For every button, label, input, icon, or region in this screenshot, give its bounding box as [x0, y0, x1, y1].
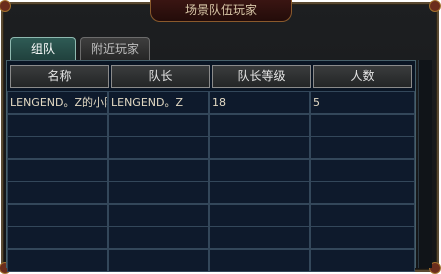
table-cell — [7, 248, 108, 272]
table-row[interactable] — [7, 158, 415, 182]
table-cell — [209, 248, 310, 272]
table-cell — [310, 248, 415, 272]
table-cell — [108, 136, 209, 159]
column-header-leader-level[interactable]: 队长等级 — [212, 65, 311, 88]
table-row[interactable] — [7, 248, 415, 272]
column-header-member-count[interactable]: 人数 — [313, 65, 412, 88]
table-row[interactable]: LENGEND。Z的小队 LENGEND。Z 18 5 — [7, 91, 415, 114]
table-cell — [209, 113, 310, 137]
table-cell — [209, 226, 310, 249]
table-cell — [7, 136, 108, 159]
corner-ornament — [429, 0, 441, 12]
table-cell — [310, 136, 415, 159]
table-row[interactable] — [7, 136, 415, 159]
tab-team[interactable]: 组队 — [10, 37, 76, 60]
table-cell — [310, 203, 415, 227]
column-header-leader[interactable]: 队长 — [111, 65, 210, 88]
table-row[interactable] — [7, 113, 415, 137]
table-cell — [310, 181, 415, 204]
tab-nearby-players[interactable]: 附近玩家 — [80, 37, 150, 60]
table-cell — [310, 226, 415, 249]
corner-ornament — [0, 0, 11, 12]
table-cell: LENGEND。Z — [108, 91, 209, 114]
table-row[interactable] — [7, 203, 415, 227]
column-header-name[interactable]: 名称 — [10, 65, 109, 88]
table-cell — [310, 113, 415, 137]
table-cell — [7, 158, 108, 182]
table-cell — [108, 248, 209, 272]
table-cell — [7, 226, 108, 249]
table-cell — [209, 181, 310, 204]
table-cell: 18 — [209, 91, 310, 114]
table-row[interactable] — [7, 181, 415, 204]
table-cell — [7, 113, 108, 137]
table-cell — [108, 181, 209, 204]
table-cell — [209, 203, 310, 227]
table-cell — [7, 181, 108, 204]
table-cell — [310, 158, 415, 182]
table-cell — [209, 158, 310, 182]
table-cell — [108, 226, 209, 249]
table-cell — [108, 158, 209, 182]
table-row[interactable] — [7, 226, 415, 249]
window-title: 场景队伍玩家 — [150, 0, 292, 22]
table-cell: LENGEND。Z的小队 — [7, 91, 108, 114]
table-cell — [209, 136, 310, 159]
table-cell — [108, 113, 209, 137]
table-cell — [7, 203, 108, 227]
table-cell — [108, 203, 209, 227]
table-cell: 5 — [310, 91, 415, 114]
scrollbar[interactable] — [418, 60, 432, 268]
